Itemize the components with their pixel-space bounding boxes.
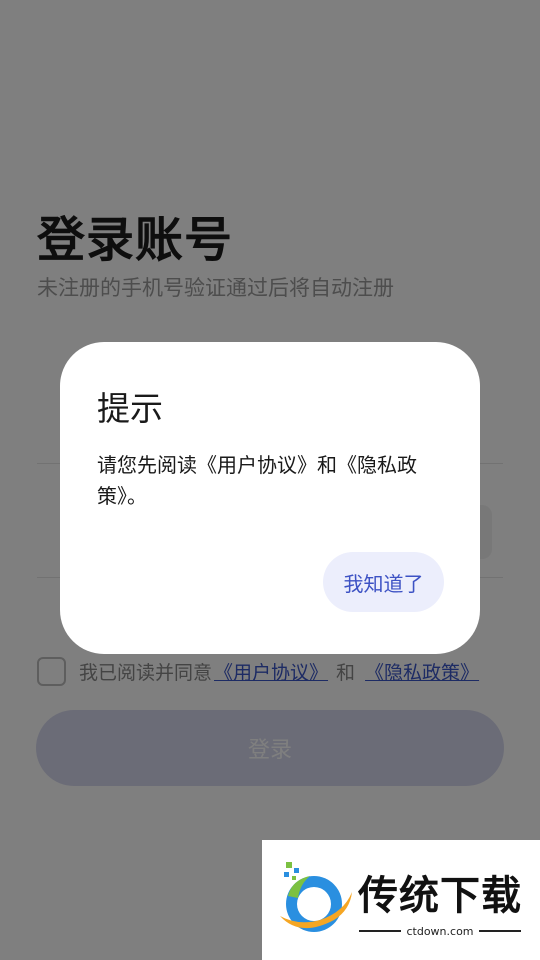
watermark: 传统下载 ctdown.com [262, 840, 540, 960]
watermark-text: 传统下载 ctdown.com [358, 863, 522, 938]
notice-dialog: 提示 请您先阅读《用户协议》和《隐私政策》。 我知道了 [60, 342, 480, 654]
watermark-brand: 传统下载 [358, 872, 522, 919]
screen: 登录账号 未注册的手机号验证通过后将自动注册 我已阅读并同意 《用户协议》 和 … [0, 0, 540, 960]
dialog-message: 请您先阅读《用户协议》和《隐私政策》。 [97, 453, 417, 508]
dialog-title: 提示 [97, 389, 163, 428]
watermark-domain: ctdown.com [406, 924, 474, 938]
ctdown-logo-icon [280, 862, 352, 932]
watermark-domain-row: ctdown.com [359, 924, 521, 938]
dialog-confirm-button[interactable]: 我知道了 [323, 552, 444, 612]
watermark-rule-right [478, 930, 521, 932]
watermark-rule-left [359, 930, 402, 932]
